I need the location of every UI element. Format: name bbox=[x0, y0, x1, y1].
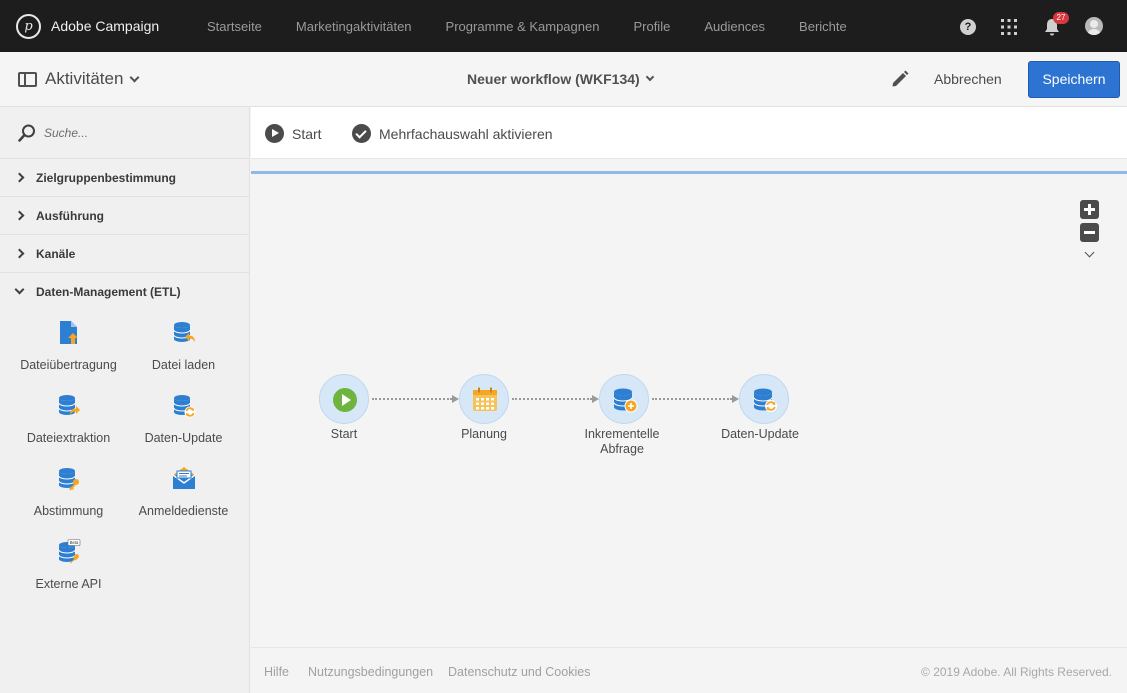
check-circle-icon bbox=[352, 124, 371, 143]
node-label-line2: Abfrage bbox=[600, 442, 644, 456]
node-label: Planung bbox=[461, 427, 507, 441]
external-api-icon: Beta bbox=[58, 539, 81, 564]
footer-copyright: © 2019 Adobe. All Rights Reserved. bbox=[921, 665, 1112, 679]
activities-sidebar: Zielgruppenbestimmung Ausführung Kanäle … bbox=[0, 107, 250, 693]
calendar-icon bbox=[473, 387, 497, 411]
node-label: Start bbox=[330, 427, 358, 441]
category-label: Daten-Management (ETL) bbox=[36, 285, 181, 299]
multiselect-toggle[interactable]: Mehrfachauswahl aktivieren bbox=[352, 124, 553, 143]
apps-grid-icon[interactable] bbox=[1001, 19, 1017, 35]
search-input[interactable] bbox=[44, 123, 234, 143]
activity-file-transfer[interactable]: Dateiübertragung bbox=[11, 320, 126, 390]
help-icon[interactable]: ? bbox=[960, 19, 976, 35]
play-icon bbox=[265, 124, 284, 143]
workflow-toolbar: Start Mehrfachauswahl aktivieren bbox=[251, 107, 1127, 159]
footer-help-link[interactable]: Hilfe bbox=[264, 665, 289, 679]
chevron-right-icon bbox=[14, 210, 25, 221]
chevron-right-icon bbox=[14, 248, 25, 259]
category-zielgruppenbestimmung[interactable]: Zielgruppenbestimmung bbox=[0, 159, 250, 197]
activities-label: Aktivitäten bbox=[45, 69, 124, 88]
workflow-node-start[interactable] bbox=[319, 374, 369, 424]
svg-text:Beta: Beta bbox=[70, 540, 79, 545]
load-file-icon bbox=[173, 322, 195, 342]
nav-profile[interactable]: Profile bbox=[633, 19, 670, 34]
chevron-down-icon bbox=[129, 72, 140, 82]
start-label: Start bbox=[292, 125, 322, 142]
nav-marketingaktivitaeten[interactable]: Marketingaktivitäten bbox=[296, 19, 412, 34]
activities-dropdown[interactable]: Aktivitäten bbox=[18, 69, 140, 89]
activity-update-data[interactable]: Daten-Update bbox=[126, 393, 241, 463]
chevron-down-icon[interactable] bbox=[1084, 247, 1095, 258]
edit-pencil-icon[interactable] bbox=[890, 69, 910, 89]
zoom-out-icon[interactable] bbox=[1080, 223, 1099, 242]
workflow-transition bbox=[372, 395, 459, 403]
cancel-button[interactable]: Abbrechen bbox=[934, 71, 1002, 87]
activity-label: Daten-Update bbox=[144, 431, 223, 445]
workflow-transition bbox=[512, 395, 599, 403]
start-play-icon bbox=[333, 388, 357, 412]
activity-reconciliation[interactable]: Abstimmung bbox=[11, 466, 126, 536]
category-label: Zielgruppenbestimmung bbox=[36, 171, 177, 185]
activity-label: Dateiextraktion bbox=[26, 431, 111, 445]
app-name: Adobe Campaign bbox=[51, 18, 160, 34]
footer-privacy-link[interactable]: Datenschutz und Cookies bbox=[448, 665, 590, 679]
search-icon bbox=[18, 124, 35, 142]
nav-berichte[interactable]: Berichte bbox=[799, 19, 847, 34]
extract-file-icon bbox=[58, 395, 80, 415]
workflow-node-daten-update[interactable] bbox=[739, 374, 789, 424]
canvas-progress-bar bbox=[251, 171, 1127, 174]
node-label-line1: Inkrementelle bbox=[584, 427, 660, 441]
nav-programme-kampagnen[interactable]: Programme & Kampagnen bbox=[446, 19, 600, 34]
page-footer: Hilfe Nutzungsbedingungen Datenschutz un… bbox=[251, 647, 1127, 693]
category-kanaele[interactable]: Kanäle bbox=[0, 235, 250, 273]
chevron-right-icon bbox=[14, 172, 25, 183]
activity-extract-file[interactable]: Dateiextraktion bbox=[11, 393, 126, 463]
activity-label: Datei laden bbox=[151, 358, 216, 372]
category-ausfuehrung[interactable]: Ausführung bbox=[0, 197, 250, 235]
incremental-query-icon bbox=[613, 388, 638, 413]
save-button[interactable]: Speichern bbox=[1028, 61, 1120, 98]
activity-label: Abstimmung bbox=[33, 504, 104, 518]
panel-toggle-icon bbox=[18, 71, 37, 87]
update-data-icon bbox=[753, 388, 777, 412]
brand[interactable]: p Adobe Campaign bbox=[16, 13, 159, 39]
user-avatar-icon[interactable] bbox=[1085, 17, 1103, 35]
footer-terms-link[interactable]: Nutzungsbedingungen bbox=[308, 665, 433, 679]
search-bar bbox=[0, 107, 250, 159]
workflow-header: Aktivitäten Neuer workflow (WKF134) Abbr… bbox=[0, 52, 1127, 107]
activity-subscription-services[interactable]: Anmeldedienste bbox=[126, 466, 241, 536]
file-transfer-icon bbox=[60, 321, 78, 344]
chevron-down-icon bbox=[14, 284, 25, 295]
category-label: Ausführung bbox=[36, 209, 104, 223]
activity-label: Dateiübertragung bbox=[20, 358, 117, 372]
workflow-transition bbox=[652, 395, 739, 403]
workflow-node-planung[interactable] bbox=[459, 374, 509, 424]
category-label: Kanäle bbox=[36, 247, 76, 261]
main-nav: Startseite Marketingaktivitäten Programm… bbox=[190, 0, 864, 52]
multiselect-label: Mehrfachauswahl aktivieren bbox=[379, 125, 553, 142]
update-data-icon bbox=[173, 395, 196, 418]
workflow-title: Neuer workflow (WKF134) bbox=[467, 71, 640, 87]
workflow-canvas[interactable]: Start Planung Inkrementelle Abfrage Date… bbox=[251, 159, 1127, 647]
activity-label: Externe API bbox=[35, 577, 102, 591]
activity-load-file[interactable]: Datei laden bbox=[126, 320, 241, 390]
zoom-in-icon[interactable] bbox=[1080, 200, 1099, 219]
start-workflow-button[interactable]: Start bbox=[265, 124, 322, 143]
adobe-campaign-logo-icon: p bbox=[16, 13, 41, 39]
workflow-title-dropdown[interactable]: Neuer workflow (WKF134) bbox=[467, 71, 654, 87]
category-daten-management[interactable]: Daten-Management (ETL) bbox=[0, 273, 250, 311]
node-label: Daten-Update bbox=[721, 427, 799, 441]
top-bar: p Adobe Campaign Startseite Marketingakt… bbox=[0, 0, 1127, 52]
activity-external-api[interactable]: Beta Externe API bbox=[11, 539, 126, 609]
nav-audiences[interactable]: Audiences bbox=[704, 19, 765, 34]
nav-startseite[interactable]: Startseite bbox=[207, 19, 262, 34]
subscription-services-icon bbox=[172, 467, 196, 489]
reconciliation-icon bbox=[58, 468, 79, 491]
notification-count-badge: 27 bbox=[1053, 12, 1069, 24]
workflow-node-inkrementelle-abfrage[interactable] bbox=[599, 374, 649, 424]
chevron-down-icon bbox=[645, 72, 654, 82]
activity-label: Anmeldedienste bbox=[138, 504, 229, 518]
